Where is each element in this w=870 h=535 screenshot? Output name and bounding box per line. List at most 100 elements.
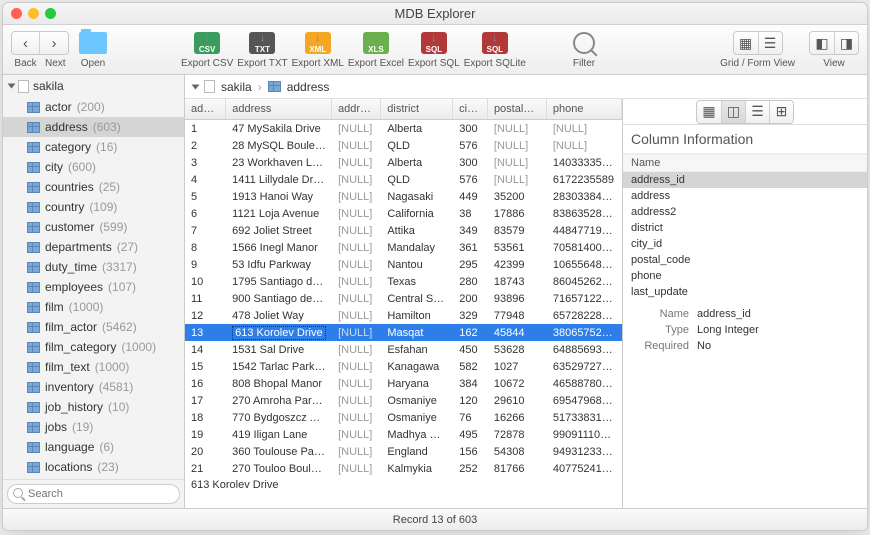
sidebar-search-input[interactable] — [7, 484, 180, 504]
sidebar-item-category[interactable]: category (16) — [3, 137, 184, 157]
sidebar-item-departments[interactable]: departments (27) — [3, 237, 184, 257]
table-row[interactable]: 81566 Inegl Manor[NULL]Mandalay361535617… — [185, 239, 622, 256]
column-list-item[interactable]: postal_code — [623, 252, 867, 268]
breadcrumb-db[interactable]: sakila — [221, 80, 252, 94]
table-row[interactable]: 141531 Sal Drive[NULL]Esfahan45053628648… — [185, 341, 622, 358]
table-row[interactable]: 228 MySQL Boulevard[NULL]QLD576[NULL][NU… — [185, 137, 622, 154]
column-header-address_id[interactable]: address_id — [185, 99, 226, 119]
cell: 449 — [453, 190, 488, 204]
export-csv-button[interactable]: CSVExport CSV — [181, 30, 233, 69]
table-row[interactable]: 323 Workhaven Lane[NULL]Alberta300[NULL]… — [185, 154, 622, 171]
inspector-tab-2[interactable]: ◫ — [721, 101, 745, 123]
table-count: (19) — [72, 420, 93, 434]
table-row[interactable]: 16808 Bhopal Manor[NULL]Haryana384106724… — [185, 375, 622, 392]
inspector-tabs[interactable]: ▦ ◫ ☰ ⊞ — [696, 100, 794, 124]
table-row[interactable]: 61121 Loja Avenue[NULL]California3817886… — [185, 205, 622, 222]
sidebar-item-film_text[interactable]: film_text (1000) — [3, 357, 184, 377]
cell: 72878 — [488, 428, 547, 442]
sidebar-item-address[interactable]: address (603) — [3, 117, 184, 137]
export-sql-button[interactable]: SQLExport SQL — [408, 30, 460, 69]
sidebar-item-film_actor[interactable]: film_actor (5462) — [3, 317, 184, 337]
table-row[interactable]: 18770 Bydgoszcz Ave…[NULL]Osmaniye761626… — [185, 409, 622, 426]
column-list-item[interactable]: phone — [623, 268, 867, 284]
inspector-tab-3[interactable]: ☰ — [745, 101, 769, 123]
cell: QLD — [381, 173, 453, 187]
table-count: (6) — [99, 440, 114, 454]
cell: 20 — [185, 445, 226, 459]
inspector-toggle-icon[interactable]: ◨ — [834, 32, 858, 54]
column-list-item[interactable]: address2 — [623, 204, 867, 220]
column-header-address2[interactable]: address2 — [332, 99, 381, 119]
table-row[interactable]: 11900 Santiago de Co…[NULL]Central Serbi… — [185, 290, 622, 307]
sidebar-item-customer[interactable]: customer (599) — [3, 217, 184, 237]
sidebar-item-language[interactable]: language (6) — [3, 437, 184, 457]
table-row[interactable]: 12478 Joliet Way[NULL]Hamilton3297794865… — [185, 307, 622, 324]
csv-icon: CSV — [194, 32, 220, 54]
table-row[interactable]: 13613 Korolev Drive[NULL]Masqat162458443… — [185, 324, 622, 341]
sidebar-item-film_category[interactable]: film_category (1000) — [3, 337, 184, 357]
export-txt-button[interactable]: TXTExport TXT — [237, 30, 287, 69]
column-list-item[interactable]: city_id — [623, 236, 867, 252]
export-excel-button[interactable]: XLSExport Excel — [348, 30, 404, 69]
sidebar-item-employees[interactable]: employees (107) — [3, 277, 184, 297]
cell: Nantou — [381, 258, 453, 272]
table-row[interactable]: 953 Idfu Parkway[NULL]Nantou295423991065… — [185, 256, 622, 273]
cell: 407752414682 — [547, 462, 622, 476]
table-row[interactable]: 101795 Santiago de C…[NULL]Texas28018743… — [185, 273, 622, 290]
sidebar-item-duty_time[interactable]: duty_time (3317) — [3, 257, 184, 277]
sidebar-item-inventory[interactable]: inventory (4581) — [3, 377, 184, 397]
column-header-phone[interactable]: phone — [547, 99, 622, 119]
table-row[interactable]: 17270 Amroha Parkway[NULL]Osmaniye120296… — [185, 392, 622, 409]
export-xml-button[interactable]: XMLExport XML — [292, 30, 344, 69]
form-view-icon[interactable]: ☰ — [758, 32, 782, 54]
sidebar-item-film[interactable]: film (1000) — [3, 297, 184, 317]
column-header-city_id[interactable]: city_id — [453, 99, 488, 119]
table-count: (200) — [77, 100, 105, 114]
back-button[interactable]: ‹ — [12, 32, 40, 54]
sidebar-item-city[interactable]: city (600) — [3, 157, 184, 177]
table-row[interactable]: 20360 Toulouse Parkw…[NULL]England156543… — [185, 443, 622, 460]
grid-view-icon[interactable]: ▦ — [734, 32, 758, 54]
table-row[interactable]: 41411 Lillydale Drive[NULL]QLD576[NULL]6… — [185, 171, 622, 188]
table-row[interactable]: 51913 Hanoi Way[NULL]Nagasaki44935200283… — [185, 188, 622, 205]
table-row[interactable]: 151542 Tarlac Parkway[NULL]Kanagawa58210… — [185, 358, 622, 375]
sidebar-item-countries[interactable]: countries (25) — [3, 177, 184, 197]
column-header-district[interactable]: district — [381, 99, 453, 119]
column-list-item[interactable]: address_id — [623, 172, 867, 188]
column-header-postal_code[interactable]: postal_code — [488, 99, 547, 119]
grid-form-toggle[interactable]: ▦☰ — [733, 31, 783, 55]
table-row[interactable]: 21270 Touloo Boulevard[NULL]Kalmykia2528… — [185, 460, 622, 477]
table-row[interactable]: 147 MySakila Drive[NULL]Alberta300[NULL]… — [185, 120, 622, 137]
column-list-item[interactable]: last_update — [623, 284, 867, 300]
sidebar-item-locations[interactable]: locations (23) — [3, 457, 184, 477]
grid-body[interactable]: 147 MySakila Drive[NULL]Alberta300[NULL]… — [185, 120, 622, 508]
back-label: Back — [14, 58, 36, 69]
export-sqlite-button[interactable]: SQLExport SQLite — [464, 30, 526, 69]
sidebar-item-country[interactable]: country (109) — [3, 197, 184, 217]
sidebar-item-jobs[interactable]: jobs (19) — [3, 417, 184, 437]
maximize-icon[interactable] — [45, 8, 56, 19]
sidebar-toggle-icon[interactable]: ◧ — [810, 32, 834, 54]
cell: 252 — [453, 462, 488, 476]
inspector-tab-4[interactable]: ⊞ — [769, 101, 793, 123]
cell: 53 Idfu Parkway — [226, 258, 332, 272]
view-toggle[interactable]: ◧◨ — [809, 31, 859, 55]
column-header-address[interactable]: address — [226, 99, 332, 119]
breadcrumb-table[interactable]: address — [287, 80, 330, 94]
cell: Mandalay — [381, 241, 453, 255]
cell: Kanagawa — [381, 360, 453, 374]
minimize-icon[interactable] — [28, 8, 39, 19]
inspector-tab-1[interactable]: ▦ — [697, 101, 721, 123]
next-button[interactable]: › — [40, 32, 68, 54]
filter-button[interactable]: Filter — [564, 30, 604, 69]
cell: [NULL] — [332, 309, 381, 323]
column-list-item[interactable]: address — [623, 188, 867, 204]
table-row[interactable]: 19419 Iligan Lane[NULL]Madhya Pradesh495… — [185, 426, 622, 443]
table-row[interactable]: 7692 Joliet Street[NULL]Attika3498357944… — [185, 222, 622, 239]
close-icon[interactable] — [11, 8, 22, 19]
sidebar-db-header[interactable]: sakila — [3, 75, 184, 97]
sidebar-item-job_history[interactable]: job_history (10) — [3, 397, 184, 417]
sidebar-item-actor[interactable]: actor (200) — [3, 97, 184, 117]
column-list-item[interactable]: district — [623, 220, 867, 236]
open-button[interactable]: Open — [73, 30, 113, 69]
